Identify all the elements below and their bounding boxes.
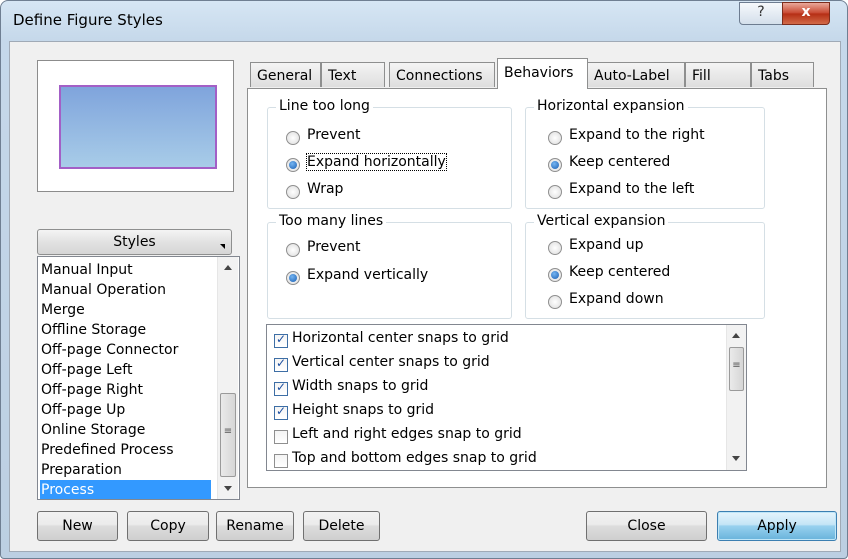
list-item[interactable]: Merge — [40, 300, 211, 320]
checklist-item-label[interactable]: Horizontal center snaps to grid — [292, 330, 509, 346]
help-button[interactable]: ? — [739, 2, 783, 25]
tab-text[interactable]: Text — [321, 62, 385, 87]
prevent-lines-radio[interactable] — [286, 243, 300, 257]
horizontal-expansion-group: Horizontal expansion Expand to the right… — [525, 98, 765, 209]
tab-general[interactable]: General — [250, 62, 321, 87]
scroll-down-arrow-icon[interactable] — [732, 456, 740, 461]
styles-menu-button[interactable]: Styles — [37, 229, 232, 255]
list-item[interactable]: Off-page Up — [40, 400, 211, 420]
style-list-scrollbar[interactable]: ≡ — [217, 257, 238, 499]
list-item-selected[interactable]: Process — [40, 480, 211, 499]
list-item[interactable]: Off-page Left — [40, 360, 211, 380]
expand-right-radio[interactable] — [548, 131, 562, 145]
expand-right-radio-label[interactable]: Expand to the right — [569, 127, 705, 143]
list-item[interactable]: Predefined Process — [40, 440, 211, 460]
expand-left-radio[interactable] — [548, 185, 562, 199]
scroll-up-arrow-icon[interactable] — [224, 265, 232, 270]
keep-centered-h-radio[interactable] — [548, 158, 562, 172]
question-mark-icon: ? — [757, 4, 765, 20]
preview-shape — [59, 85, 217, 169]
window-title: Define Figure Styles — [13, 11, 163, 29]
tab-connections[interactable]: Connections — [389, 62, 495, 87]
checklist-item-label[interactable]: Height snaps to grid — [292, 402, 434, 418]
line-too-long-group: Line too long Prevent Expand horizontall… — [267, 98, 512, 209]
dialog-window: Define Figure Styles ? x Styles Manual I… — [0, 0, 848, 559]
height-snap-checkbox[interactable] — [274, 404, 288, 420]
checklist-scrollbar[interactable]: ≡ — [726, 325, 746, 470]
list-item[interactable]: Manual Operation — [40, 280, 211, 300]
top-bottom-edges-snap-checkbox[interactable] — [274, 454, 288, 468]
dropdown-arrow-icon — [220, 244, 225, 249]
prevent-radio[interactable] — [286, 131, 300, 145]
expand-vertically-radio-label[interactable]: Expand vertically — [307, 267, 428, 283]
delete-button[interactable]: Delete — [303, 511, 380, 541]
rename-button[interactable]: Rename — [216, 511, 294, 541]
scroll-thumb[interactable]: ≡ — [729, 347, 744, 391]
wrap-radio[interactable] — [286, 185, 300, 199]
vertical-expansion-label: Vertical expansion — [534, 213, 669, 229]
figure-preview — [37, 60, 234, 192]
keep-centered-h-radio-label[interactable]: Keep centered — [569, 154, 670, 170]
styles-header-label: Styles — [113, 234, 156, 250]
style-list[interactable]: Manual Input Manual Operation Merge Offl… — [37, 256, 240, 500]
vertical-expansion-group: Vertical expansion Expand up Keep center… — [525, 213, 765, 319]
checklist-item-label[interactable]: Top and bottom edges snap to grid — [292, 450, 537, 466]
copy-button[interactable]: Copy — [127, 511, 209, 541]
expand-vertically-radio[interactable] — [286, 271, 300, 285]
left-right-edges-snap-checkbox[interactable] — [274, 430, 288, 444]
grip-icon: ≡ — [732, 360, 741, 371]
close-icon: x — [801, 4, 811, 20]
horizontal-expansion-label: Horizontal expansion — [534, 98, 688, 114]
expand-up-radio-label[interactable]: Expand up — [569, 237, 644, 253]
tab-behaviors[interactable]: Behaviors — [497, 58, 588, 89]
scroll-thumb[interactable]: ≡ — [220, 393, 236, 477]
close-window-button[interactable]: x — [782, 2, 830, 25]
behaviors-panel: Line too long Prevent Expand horizontall… — [247, 88, 827, 488]
scroll-down-arrow-icon[interactable] — [224, 486, 232, 491]
expand-down-radio-label[interactable]: Expand down — [569, 291, 664, 307]
line-too-long-label: Line too long — [276, 98, 373, 114]
tab-tabs[interactable]: Tabs — [751, 62, 814, 87]
dialog-client-area: Styles Manual Input Manual Operation Mer… — [9, 41, 841, 552]
vertical-center-snap-checkbox[interactable] — [274, 356, 288, 372]
scroll-up-arrow-icon[interactable] — [732, 333, 740, 338]
width-snap-checkbox[interactable] — [274, 380, 288, 396]
checklist-item-label[interactable]: Left and right edges snap to grid — [292, 426, 522, 442]
horizontal-center-snap-checkbox[interactable] — [274, 332, 288, 348]
too-many-lines-label: Too many lines — [276, 213, 387, 229]
list-item[interactable]: Preparation — [40, 460, 211, 480]
new-button[interactable]: New — [37, 511, 118, 541]
list-item[interactable]: Off-page Right — [40, 380, 211, 400]
too-many-lines-group: Too many lines Prevent Expand vertically — [267, 213, 512, 319]
expand-horizontally-radio[interactable] — [286, 158, 300, 172]
expand-up-radio[interactable] — [548, 241, 562, 255]
prevent-lines-radio-label[interactable]: Prevent — [307, 239, 361, 255]
keep-centered-v-radio-label[interactable]: Keep centered — [569, 264, 670, 280]
list-item[interactable]: Online Storage — [40, 420, 211, 440]
checklist-item-label[interactable]: Width snaps to grid — [292, 378, 428, 394]
title-bar[interactable]: Define Figure Styles ? x — [1, 1, 847, 41]
list-item[interactable]: Manual Input — [40, 260, 211, 280]
expand-left-radio-label[interactable]: Expand to the left — [569, 181, 694, 197]
apply-button[interactable]: Apply — [717, 511, 837, 541]
tab-fill[interactable]: Fill — [685, 62, 751, 87]
keep-centered-v-radio[interactable] — [548, 268, 562, 282]
expand-horizontally-radio-label[interactable]: Expand horizontally — [306, 153, 447, 171]
grip-icon: ≡ — [223, 426, 233, 437]
tab-auto-label[interactable]: Auto-Label — [587, 62, 685, 87]
wrap-radio-label[interactable]: Wrap — [307, 181, 343, 197]
prevent-radio-label[interactable]: Prevent — [307, 127, 361, 143]
list-item[interactable]: Offline Storage — [40, 320, 211, 340]
list-item[interactable]: Off-page Connector — [40, 340, 211, 360]
checklist-item-label[interactable]: Vertical center snaps to grid — [292, 354, 490, 370]
snap-options-checklist[interactable]: Horizontal center snaps to grid Vertical… — [266, 324, 747, 471]
close-button[interactable]: Close — [586, 511, 707, 541]
expand-down-radio[interactable] — [548, 295, 562, 309]
